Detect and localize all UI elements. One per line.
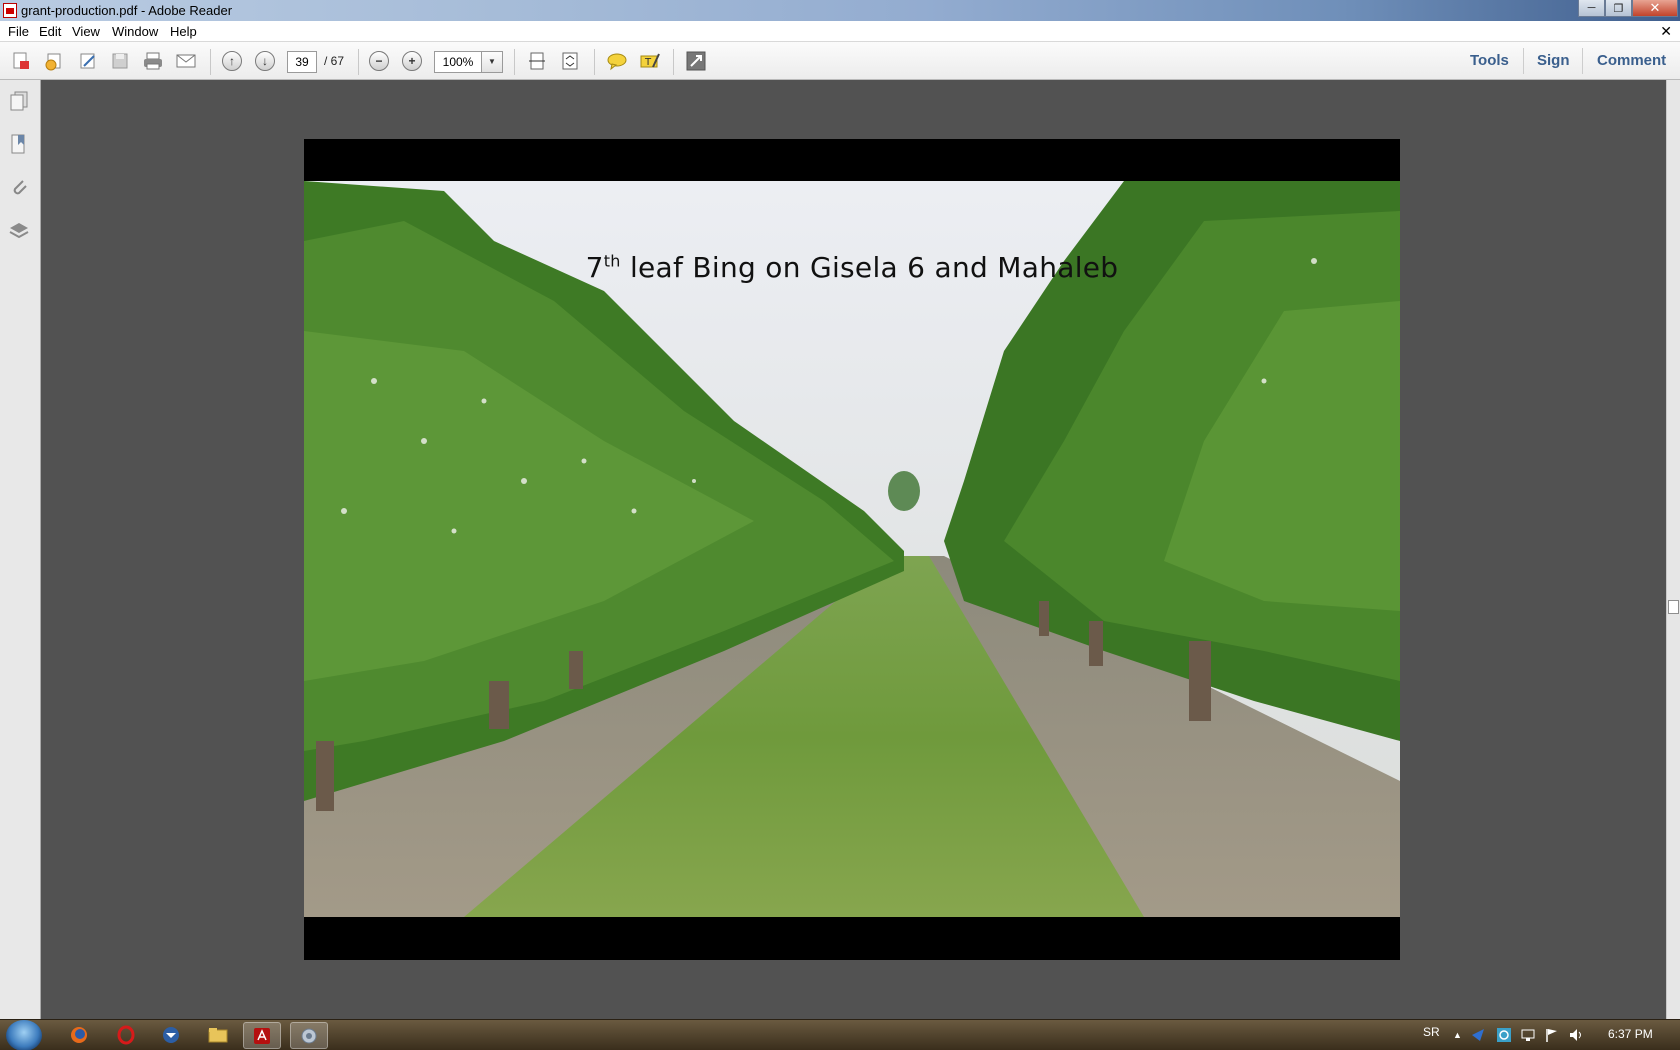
adobe-reader-taskbar-icon[interactable] [243, 1022, 281, 1049]
fit-width-icon[interactable] [558, 50, 582, 72]
menu-file[interactable]: File [8, 24, 29, 39]
menu-view[interactable]: View [72, 24, 100, 39]
next-page-button[interactable]: ↓ [253, 50, 277, 72]
highlight-text-icon[interactable]: T [638, 50, 662, 72]
menu-bar: File Edit View Window Help ✕ [0, 21, 1680, 42]
folder-icon[interactable] [205, 1024, 231, 1046]
clock[interactable]: 6:37 PM [1608, 1027, 1653, 1041]
restore-button[interactable]: ❐ [1605, 0, 1632, 17]
zoom-in-button[interactable]: + [400, 50, 424, 72]
action-center-flag-icon[interactable] [1543, 1024, 1561, 1046]
email-icon[interactable] [174, 50, 198, 72]
volume-icon[interactable] [1567, 1024, 1585, 1046]
comment-link[interactable]: Comment [1597, 52, 1666, 69]
orchard-photo: 7th leaf Bing on Gisela 6 and Mahaleb [304, 181, 1400, 917]
open-icon[interactable] [42, 50, 66, 72]
menu-edit[interactable]: Edit [39, 24, 61, 39]
toolbar: ↑ ↓ 39 / 67 − + 100% ▼ T Tools Sign Comm… [0, 42, 1680, 80]
create-pdf-icon[interactable] [9, 50, 33, 72]
zoom-out-button[interactable]: − [367, 50, 391, 72]
menu-window[interactable]: Window [112, 24, 158, 39]
slide-title: 7th leaf Bing on Gisela 6 and Mahaleb [585, 251, 1119, 284]
edit-document-icon[interactable] [76, 50, 100, 72]
show-hidden-icons[interactable]: ▲ [1453, 1030, 1462, 1040]
page-number-input[interactable]: 39 [287, 51, 317, 73]
minimize-button[interactable]: ─ [1578, 0, 1605, 17]
save-icon[interactable] [108, 50, 132, 72]
tray-sync-icon[interactable] [1495, 1024, 1513, 1046]
start-button[interactable] [6, 1020, 42, 1050]
scrollbar-thumb[interactable] [1668, 600, 1679, 614]
firefox-icon[interactable] [66, 1024, 92, 1046]
app-taskbar-icon[interactable] [290, 1022, 328, 1049]
svg-text:T: T [644, 57, 652, 68]
page-total: / 67 [324, 54, 345, 68]
tray-app-icon[interactable] [1469, 1024, 1487, 1046]
tools-link[interactable]: Tools [1470, 52, 1509, 69]
sticky-note-icon[interactable] [605, 50, 629, 72]
zoom-input[interactable]: 100% [434, 51, 482, 73]
menu-help[interactable]: Help [170, 24, 197, 39]
print-icon[interactable] [141, 50, 165, 72]
network-icon[interactable] [1519, 1024, 1537, 1046]
taskbar: SR ▲ 6:37 PM [0, 1019, 1680, 1050]
navigation-pane [0, 80, 41, 1019]
full-screen-icon[interactable] [684, 50, 708, 72]
vertical-scrollbar[interactable] [1666, 80, 1680, 1019]
pdf-page: 7th leaf Bing on Gisela 6 and Mahaleb [304, 139, 1400, 960]
fit-page-icon[interactable] [525, 50, 549, 72]
window-title: grant-production.pdf - Adobe Reader [21, 3, 233, 18]
page-thumbnails-icon[interactable] [8, 90, 30, 112]
close-window-button[interactable]: ✕ [1632, 0, 1678, 17]
pdf-document-icon [3, 3, 17, 18]
attachments-icon[interactable] [8, 176, 30, 198]
close-document-icon[interactable]: ✕ [1660, 23, 1672, 40]
title-bar: grant-production.pdf - Adobe Reader ─ ❐ … [0, 0, 1680, 21]
opera-icon[interactable] [113, 1024, 139, 1046]
language-indicator[interactable]: SR [1423, 1025, 1440, 1039]
previous-page-button[interactable]: ↑ [220, 50, 244, 72]
bookmarks-icon[interactable] [8, 133, 30, 155]
sign-link[interactable]: Sign [1537, 52, 1570, 69]
zoom-dropdown-icon[interactable]: ▼ [482, 51, 503, 73]
layers-icon[interactable] [8, 219, 30, 241]
thunderbird-icon[interactable] [158, 1024, 184, 1046]
